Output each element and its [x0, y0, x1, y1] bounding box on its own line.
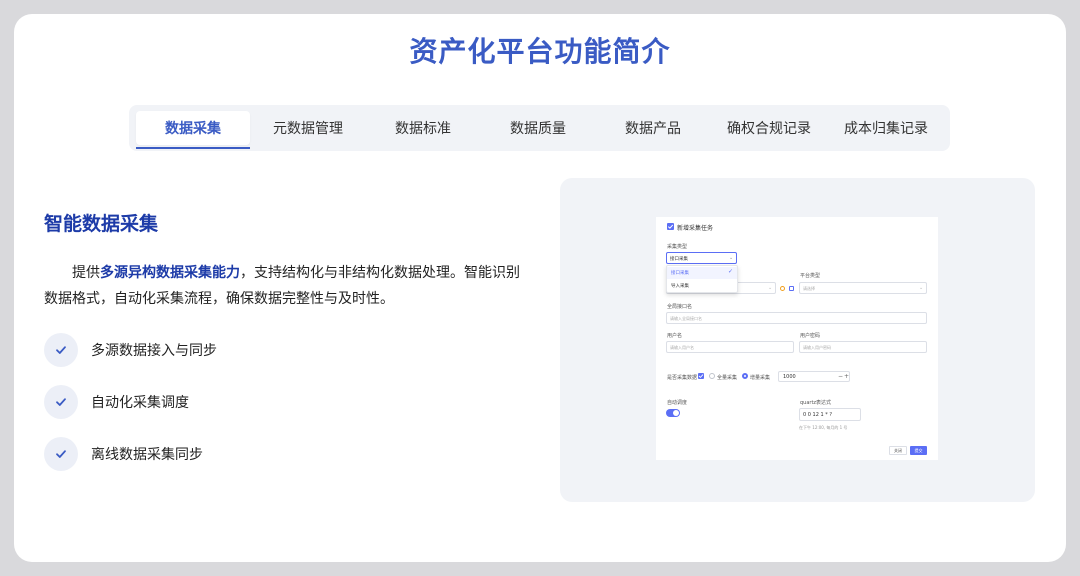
quartz-value: 0 0 12 1 * ? — [803, 412, 833, 418]
schedule-label: 自动调度 — [667, 400, 688, 406]
plus-icon[interactable]: + — [844, 373, 849, 380]
user-input[interactable]: 请输入用户名 — [666, 341, 794, 353]
password-placeholder: 请输入用户密码 — [803, 345, 831, 350]
incremental-radio[interactable] — [742, 373, 748, 379]
check-icon — [44, 333, 78, 367]
full-collect-radio[interactable] — [709, 373, 715, 379]
feature-label: 自动化采集调度 — [91, 395, 189, 411]
quartz-hint: 在下午 12:00, 每月的 1 号 — [799, 425, 848, 430]
check-icon — [44, 385, 78, 419]
quartz-label: quartz表达式 — [800, 400, 832, 406]
tab-ownership-compliance[interactable]: 确权合规记录 — [711, 105, 827, 151]
cancel-label: 关闭 — [894, 447, 902, 453]
feature-label: 多源数据接入与同步 — [91, 343, 217, 359]
platform-type-label: 平台类型 — [800, 273, 821, 279]
collect-type-label: 采集类型 — [667, 244, 688, 250]
user-label: 用户名 — [667, 333, 683, 339]
tab-data-standard[interactable]: 数据标准 — [366, 105, 480, 151]
section-heading: 智能数据采集 — [44, 213, 159, 235]
collect-type-dropdown: 接口采集 ✓ 导入采集 — [666, 265, 738, 293]
user-placeholder: 请输入用户名 — [670, 345, 694, 350]
cancel-button[interactable]: 关闭 — [889, 446, 907, 455]
tab-data-collection[interactable]: 数据采集 — [136, 111, 250, 149]
password-input[interactable]: 请输入用户密码 — [799, 341, 927, 353]
dropdown-option-label: 导入采集 — [671, 284, 689, 289]
chevron-down-icon: ⌄ — [919, 285, 924, 291]
feature-item: 离线数据采集同步 — [44, 437, 203, 471]
need-data-label: 是否采集数据 — [667, 375, 698, 381]
dialog-title: 新增采集任务 — [677, 225, 714, 232]
full-interface-input[interactable]: 请输入全局接口名 — [666, 312, 927, 324]
collect-type-select[interactable]: 接口采集 ⌄ — [666, 252, 737, 264]
dropdown-option[interactable]: 导入采集 — [667, 280, 737, 292]
refresh-icon[interactable] — [780, 286, 785, 291]
minus-icon[interactable]: − — [838, 373, 843, 380]
tab-data-quality[interactable]: 数据质量 — [481, 105, 595, 151]
settings-icon[interactable] — [789, 286, 794, 291]
full-collect-label: 全量采集 — [717, 375, 738, 381]
feature-label: 离线数据采集同步 — [91, 447, 203, 463]
collect-type-value: 接口采集 — [670, 257, 688, 262]
platform-type-placeholder: 请选择 — [803, 286, 815, 291]
need-data-checkbox[interactable] — [698, 373, 704, 379]
section-description: 提供多源异构数据采集能力，支持结构化与非结构化数据处理。智能识别数据格式，自动化… — [44, 260, 520, 312]
submit-button[interactable]: 提交 — [910, 446, 927, 455]
platform-type-select[interactable]: 请选择 ⌄ — [799, 282, 927, 294]
quartz-input[interactable]: 0 0 12 1 * ? — [799, 408, 861, 421]
full-interface-placeholder: 请输入全局接口名 — [670, 316, 702, 321]
incremental-label: 增量采集 — [750, 375, 771, 381]
password-label: 用户密码 — [800, 333, 821, 339]
tab-data-product[interactable]: 数据产品 — [596, 105, 710, 151]
desc-highlight: 多源异构数据采集能力 — [100, 265, 240, 281]
tab-cost-collection[interactable]: 成本归集记录 — [828, 105, 944, 151]
desc-text-before: 提供 — [72, 265, 100, 281]
schedule-toggle[interactable] — [666, 409, 680, 417]
check-icon — [44, 437, 78, 471]
dropdown-option-label: 接口采集 — [671, 271, 689, 276]
check-icon: ✓ — [728, 268, 734, 275]
feature-item: 自动化采集调度 — [44, 385, 189, 419]
dropdown-option-selected[interactable]: 接口采集 ✓ — [667, 267, 737, 279]
feature-item: 多源数据接入与同步 — [44, 333, 217, 367]
chevron-down-icon: ⌄ — [768, 285, 773, 291]
chevron-down-icon: ⌄ — [729, 255, 734, 261]
dialog-checkbox-icon — [667, 223, 674, 230]
batch-size-stepper[interactable]: 1000 − + — [778, 371, 850, 382]
submit-label: 提交 — [914, 447, 923, 453]
page-title: 资产化平台功能简介 — [409, 35, 671, 68]
tab-metadata-management[interactable]: 元数据管理 — [251, 105, 365, 151]
stepper-value: 1000 — [783, 374, 796, 380]
feature-tabs: 数据采集 元数据管理 数据标准 数据质量 数据产品 确权合规记录 成本归集记录 — [129, 105, 950, 151]
full-interface-label: 全局接口名 — [667, 304, 693, 310]
